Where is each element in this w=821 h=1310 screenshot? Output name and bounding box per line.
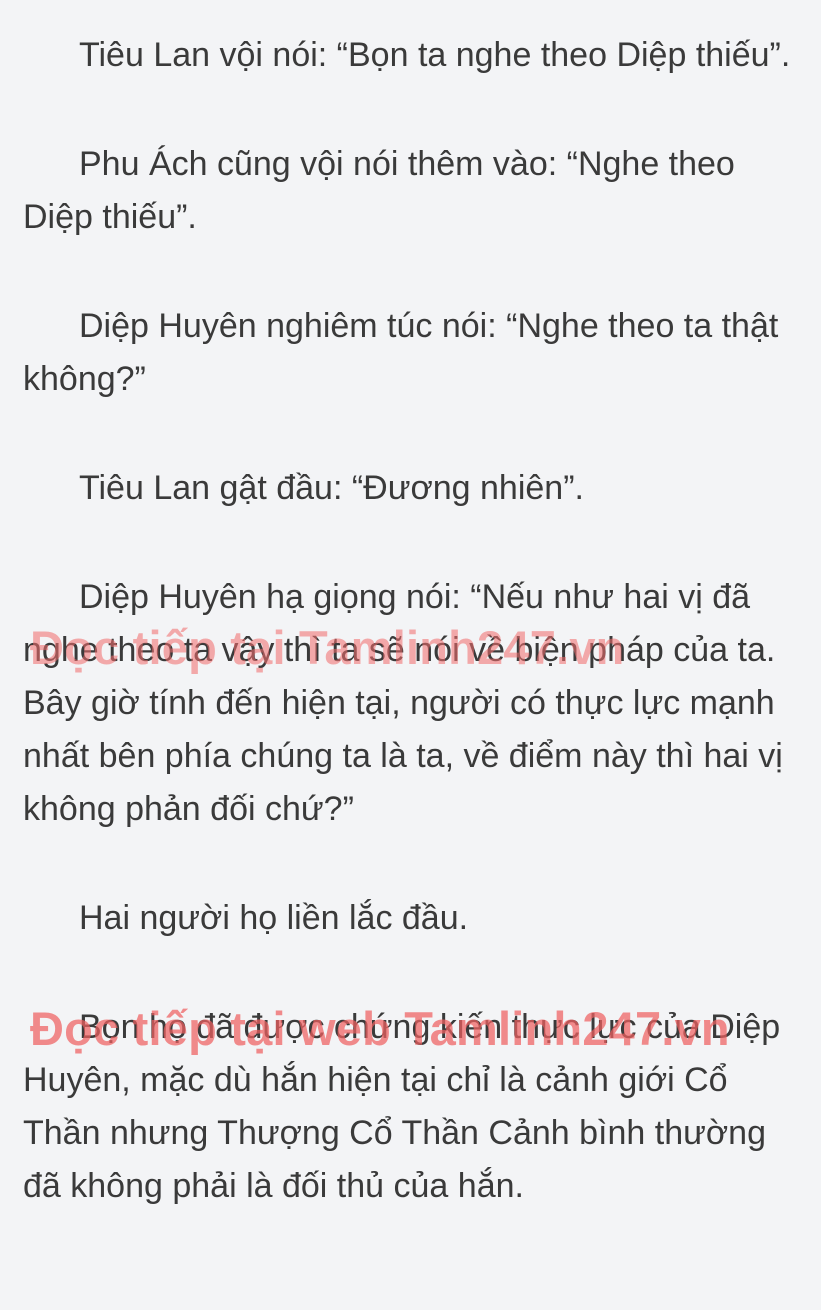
story-paragraph-1: Tiêu Lan vội nói: “Bọn ta nghe theo Diệp… [79,36,791,74]
story-paragraph-3: Diệp Huyên nghiêm túc nói: “Nghe theo ta… [23,307,779,398]
reader-content: Tiêu Lan vội nói: “Bọn ta nghe theo Diệp… [23,29,798,1213]
story-paragraph-7: Bọn họ đã được chứng kiến thực lực của D… [23,1008,781,1205]
story-paragraph-2: Phu Ách cũng vội nói thêm vào: “Nghe the… [23,145,735,236]
story-paragraph-5: Diệp Huyên hạ giọng nói: “Nếu như hai vị… [23,578,783,828]
story-paragraph-4: Tiêu Lan gật đầu: “Đương nhiên”. [79,469,584,507]
story-paragraph-6: Hai người họ liền lắc đầu. [79,899,469,937]
